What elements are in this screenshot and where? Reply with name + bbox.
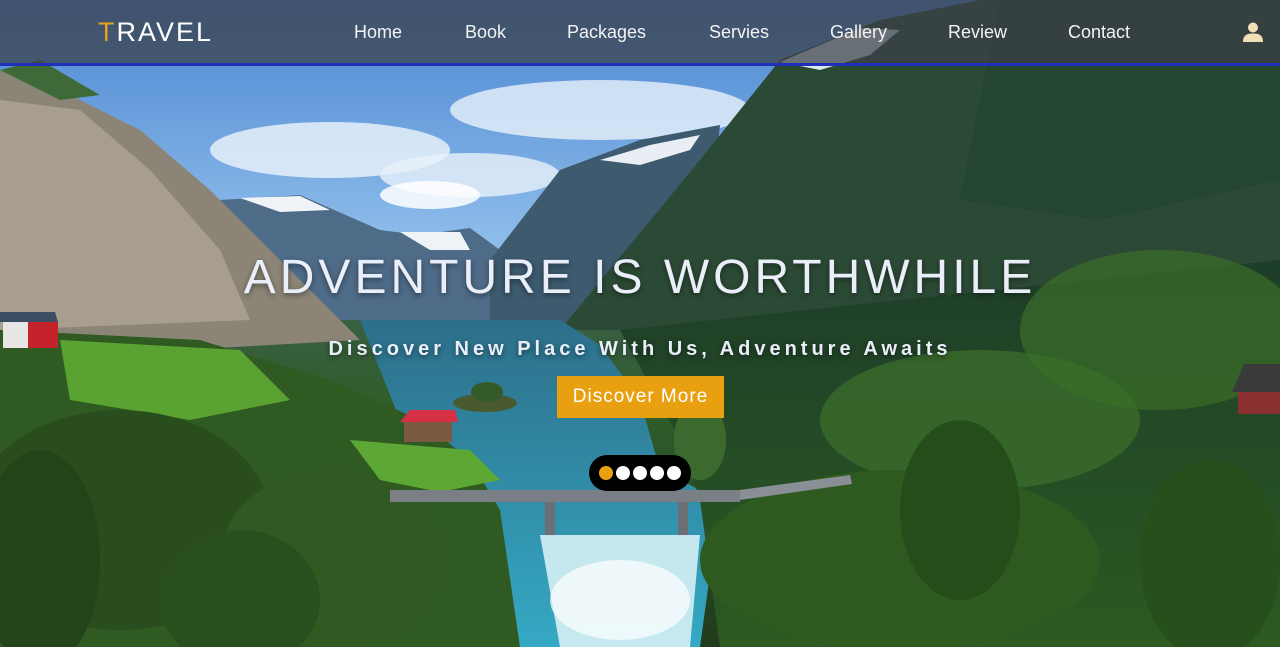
hero-headline: ADVENTURE IS WORTHWHILE	[243, 251, 1037, 304]
slide-dot-3[interactable]	[633, 466, 647, 480]
nav-gallery[interactable]: Gallery	[830, 22, 887, 43]
logo-rest: RAVEL	[116, 17, 214, 47]
top-navbar: TRAVEL Home Book Packages Servies Galler…	[0, 0, 1280, 66]
logo-first-letter: T	[98, 17, 117, 47]
nav-services[interactable]: Servies	[709, 22, 769, 43]
nav-contact[interactable]: Contact	[1068, 22, 1130, 43]
nav-packages[interactable]: Packages	[567, 22, 646, 43]
nav-home[interactable]: Home	[354, 22, 402, 43]
slide-dot-4[interactable]	[650, 466, 664, 480]
hero-section: TRAVEL Home Book Packages Servies Galler…	[0, 0, 1280, 647]
slide-indicator	[589, 455, 691, 491]
slide-dot-1[interactable]	[599, 466, 613, 480]
slide-dot-2[interactable]	[616, 466, 630, 480]
user-icon[interactable]	[1242, 21, 1264, 43]
hero-subheadline: Discover New Place With Us, Adventure Aw…	[328, 338, 952, 360]
slide-dot-5[interactable]	[667, 466, 681, 480]
discover-more-button[interactable]: Discover More	[557, 376, 724, 418]
site-logo[interactable]: TRAVEL	[98, 17, 213, 48]
nav-review[interactable]: Review	[948, 22, 1007, 43]
hero-background-image	[0, 0, 1280, 647]
nav-book[interactable]: Book	[465, 22, 506, 43]
